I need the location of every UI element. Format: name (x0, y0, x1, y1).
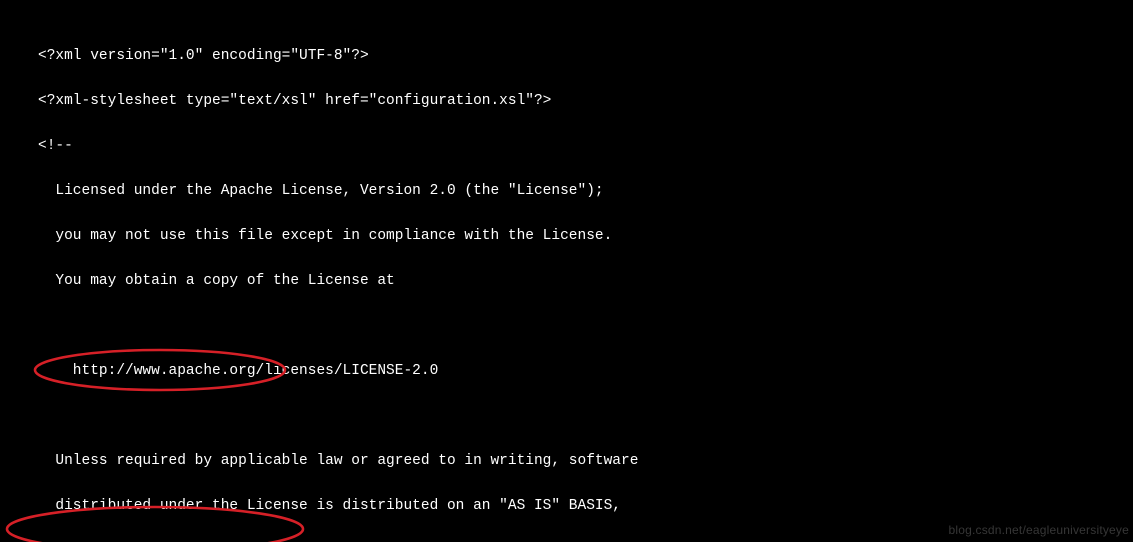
code-line (38, 409, 1133, 424)
code-line: <?xml-stylesheet type="text/xsl" href="c… (38, 94, 1133, 109)
code-line: You may obtain a copy of the License at (38, 274, 1133, 289)
watermark-text: blog.csdn.net/eagleuniversityeye (948, 523, 1129, 538)
code-line: Unless required by applicable law or agr… (38, 454, 1133, 469)
code-line: you may not use this file except in comp… (38, 229, 1133, 244)
terminal-view[interactable]: <?xml version="1.0" encoding="UTF-8"?> <… (0, 0, 1133, 542)
code-line: http://www.apache.org/licenses/LICENSE-2… (38, 364, 1133, 379)
code-line: Licensed under the Apache License, Versi… (38, 184, 1133, 199)
code-line: distributed under the License is distrib… (38, 499, 1133, 514)
code-line: <!-- (38, 139, 1133, 154)
code-line: <?xml version="1.0" encoding="UTF-8"?> (38, 49, 1133, 64)
code-line (38, 319, 1133, 334)
